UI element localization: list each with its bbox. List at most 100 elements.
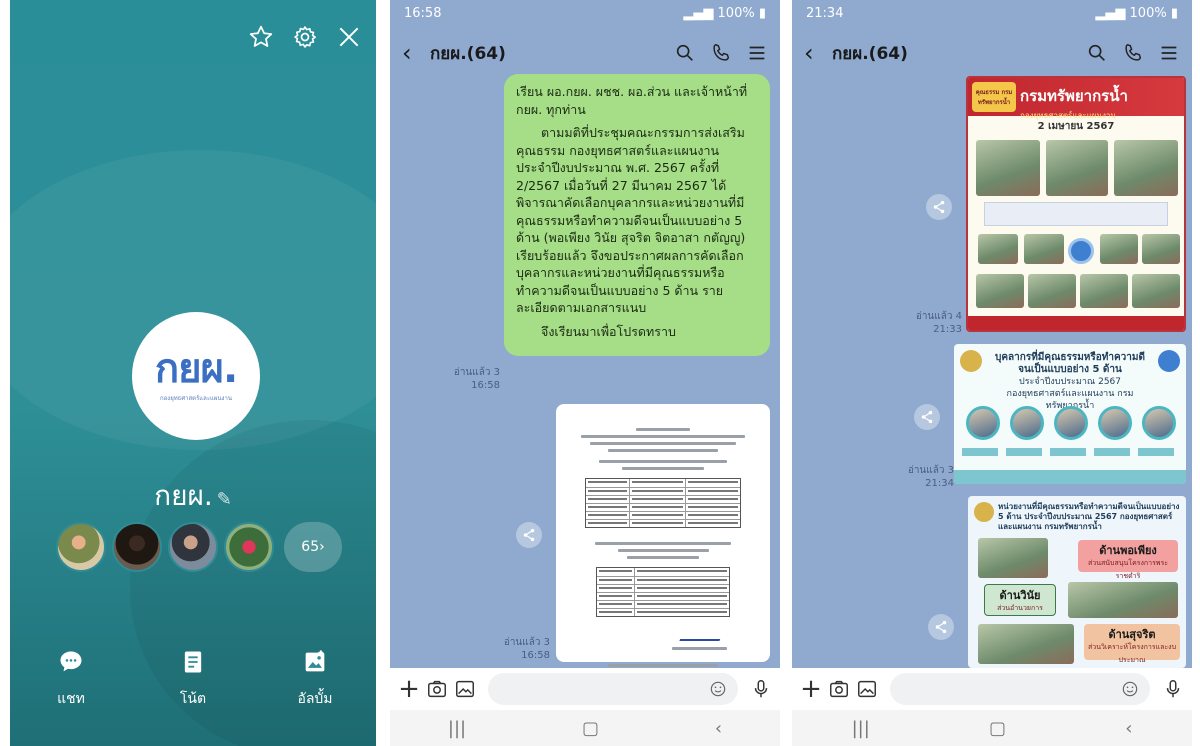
nav-back-icon[interactable]: ‹ [1125,718,1132,739]
battery-level: 100% [1129,5,1167,21]
emblem-icon [960,350,982,372]
poster-footer [954,470,1186,484]
system-nav-bar: ||| ▢ ‹ [792,710,1192,746]
poster-photo [1080,274,1128,308]
recent-apps-icon[interactable]: ||| [448,718,466,739]
poster-image-1[interactable]: คุณธรรม กรมทรัพยากรน้ำ กรมทรัพยากรน้ำ กอ… [966,76,1186,332]
message-input[interactable] [890,673,1150,705]
poster-labels [962,448,1178,456]
emblem-icon [1158,350,1180,372]
battery-level: 100% [717,5,755,21]
poster-photo [1100,234,1138,264]
status-indicators: ▂▄▆ 100% ▮ [683,6,766,21]
poster-image-3[interactable]: หน่วยงานที่มีคุณธรรมหรือทำความดีจนเป็นแบ… [968,496,1186,668]
emoji-icon[interactable] [708,679,728,699]
note-button[interactable]: โน้ต [143,648,243,710]
home-icon[interactable]: ▢ [989,718,1006,739]
search-icon[interactable] [1086,42,1108,64]
signature [679,627,725,641]
star-icon[interactable] [248,24,274,50]
share-button[interactable] [928,614,954,640]
member-avatar[interactable] [56,522,106,572]
phone-icon[interactable] [710,42,732,64]
person-photo [966,406,1000,440]
menu-icon[interactable] [1158,42,1180,64]
microphone-icon[interactable] [1162,678,1184,700]
poster-title: กรมทรัพยากรน้ำ [1020,87,1128,105]
profile-actions: แชท โน้ต อัลบั้ม [10,648,376,710]
poster-photo [1114,140,1178,196]
plus-icon[interactable]: + [398,674,420,704]
edit-icon[interactable]: ✎ [217,489,232,510]
document-attachment[interactable] [556,404,770,667]
member-avatar[interactable] [224,522,274,572]
poster-photo [976,274,1024,308]
message-bubble[interactable]: เรียน ผอ.กยผ. ผชช. ผอ.ส่วน และเจ้าหน้าที… [504,74,770,356]
chevron-right-icon: › [319,539,325,555]
poster-caption [984,202,1168,226]
search-icon[interactable] [674,42,696,64]
message-time: 16:58 [471,380,500,391]
group-name-text: กยผ. [154,479,213,512]
signal-icon: ▂▄▆ [683,5,718,21]
phone-icon[interactable] [1122,42,1144,64]
share-icon [921,410,933,424]
back-icon[interactable]: ‹ [804,39,832,67]
share-button[interactable] [926,194,952,220]
chat-title[interactable]: กยผ.(64) [430,40,660,67]
signal-icon: ▂▄▆ [1095,5,1130,21]
menu-icon[interactable] [746,42,768,64]
home-icon[interactable]: ▢ [582,718,599,739]
poster-meta: อ่านแล้ว 3 21:34 [896,464,954,490]
category-tag: ด้านสุจริต ส่วนวิเคราะห์โครงการและงบประม… [1084,624,1180,664]
poster-photo [1068,582,1178,618]
status-time: 21:34 [806,5,844,21]
chat-header: ‹ กยผ.(64) [792,26,1192,80]
poster-line-1: บุคลากรที่มีคุณธรรมหรือทำความดีจนเป็นแบบ… [995,352,1145,375]
chat-panel-1: 16:58 ▂▄▆ 100% ▮ ‹ กยผ.(64) เรียน ผอ.กยผ… [390,0,780,746]
poster-subtitle: กองยุทธศาสตร์และแผนงาน [1020,111,1116,120]
message-meta: อ่านแล้ว 3 16:58 [444,366,500,392]
category-name: ด้านพอเพียง [1099,544,1157,557]
poster-image-2[interactable]: บุคลากรที่มีคุณธรรมหรือทำความดีจนเป็นแบบ… [954,344,1186,484]
message-input[interactable] [488,673,738,705]
image-icon[interactable] [454,678,476,700]
album-label: อัลบั้ม [297,691,333,707]
poster-photo [1024,234,1064,264]
poster-heading: บุคลากรที่มีคุณธรรมหรือทำความดีจนเป็นแบบ… [954,344,1186,412]
emoji-icon[interactable] [1120,679,1140,699]
image-icon[interactable] [856,678,878,700]
note-label: โน้ต [179,691,207,707]
member-avatar[interactable] [112,522,162,572]
plus-icon[interactable]: + [800,674,822,704]
close-icon[interactable] [336,24,362,50]
microphone-icon[interactable] [750,678,772,700]
composer: + [792,668,1192,710]
chat-label: แชท [57,691,85,707]
recent-apps-icon[interactable]: ||| [852,718,870,739]
read-receipt: อ่านแล้ว 3 [453,367,500,378]
poster-heading: หน่วยงานที่มีคุณธรรมหรือทำความดีจนเป็นแบ… [998,502,1180,531]
back-icon[interactable]: ‹ [402,39,430,67]
battery-icon: ▮ [754,5,766,21]
camera-icon[interactable] [426,678,448,700]
member-avatar[interactable] [168,522,218,572]
gear-icon[interactable] [292,24,318,50]
poster-brand: คุณธรรม กรมทรัพยากรน้ำ [972,82,1016,112]
group-avatar[interactable]: กยผ. กองยุทธศาสตร์และแผนงาน [132,312,260,440]
share-button[interactable] [516,522,542,548]
message-time: 21:34 [925,478,954,489]
poster-photo [1132,274,1180,308]
member-count-badge[interactable]: 65 › [284,522,342,572]
chat-button[interactable]: แชท [21,648,121,710]
group-name[interactable]: กยผ. ✎ [10,474,376,518]
poster-photo [1142,234,1180,264]
camera-icon[interactable] [828,678,850,700]
member-list[interactable]: 65 › [56,522,342,572]
share-button[interactable] [914,404,940,430]
album-button[interactable]: อัลบั้ม [265,648,365,710]
chat-title[interactable]: กยผ.(64) [832,40,1072,67]
read-receipt: อ่านแล้ว 3 [907,465,954,476]
nav-back-icon[interactable]: ‹ [715,718,722,739]
read-receipt: อ่านแล้ว 4 [915,311,962,322]
